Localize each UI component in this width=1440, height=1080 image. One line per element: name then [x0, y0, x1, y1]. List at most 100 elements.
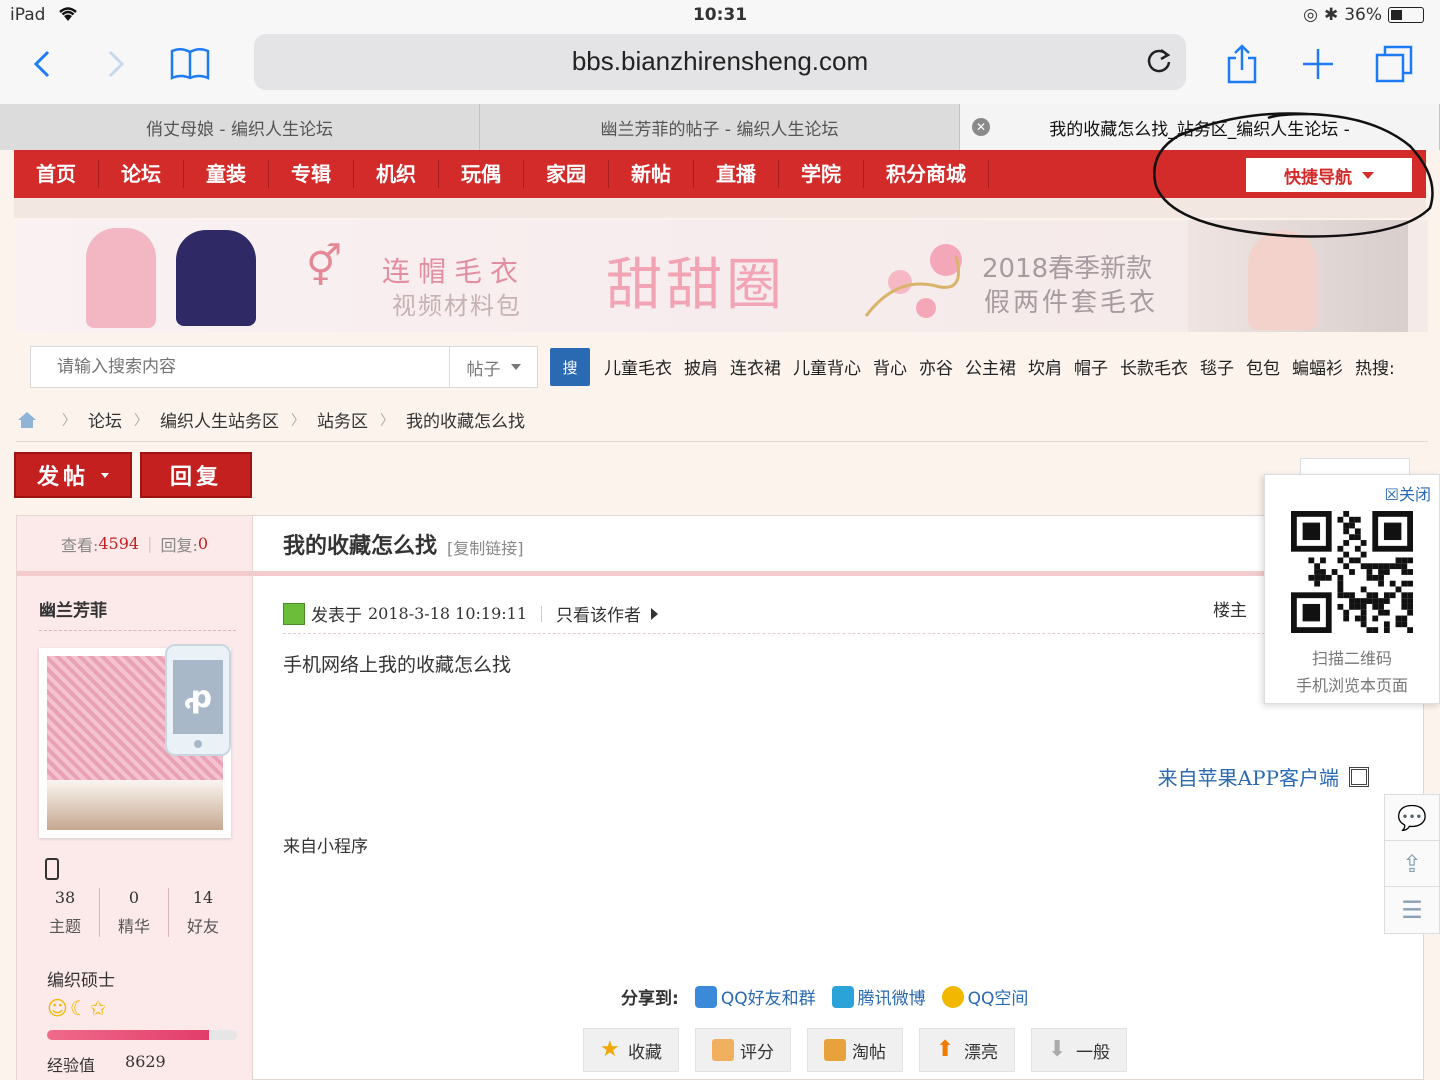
- hot-search-item[interactable]: 连衣裙: [730, 354, 781, 379]
- author-name[interactable]: 幽兰芳菲: [39, 596, 107, 621]
- post-content: 我的收藏怎么找 [复制链接] 发表于 2018-3-18 10:19:11 只看…: [253, 516, 1425, 1080]
- reload-icon[interactable]: [1146, 46, 1172, 81]
- nav-dolls[interactable]: 玩偶: [439, 160, 524, 188]
- tab-3-active[interactable]: ✕ 我的收藏怎么找_站务区_编织人生论坛 -: [960, 104, 1440, 150]
- qr-module: [1372, 563, 1379, 570]
- breadcrumb-forum[interactable]: 论坛: [88, 407, 122, 432]
- breadcrumb-site-affairs[interactable]: 站务区: [317, 407, 368, 432]
- share-button[interactable]: [1218, 42, 1266, 86]
- bluetooth-icon: ✱: [1323, 5, 1339, 25]
- rate-button[interactable]: 评分: [695, 1028, 791, 1072]
- gender-icon: ⚥: [306, 244, 343, 290]
- tabs-overview-button[interactable]: [1370, 42, 1418, 86]
- hot-search-item[interactable]: 坎肩: [1028, 354, 1062, 379]
- search-input[interactable]: [31, 347, 449, 387]
- only-author-link[interactable]: 只看该作者: [556, 601, 641, 626]
- qr-module: [1337, 516, 1344, 523]
- hot-search-item[interactable]: 包包: [1246, 354, 1280, 379]
- qr-finder: [1302, 603, 1321, 622]
- quick-nav-button[interactable]: 快捷导航: [1246, 158, 1412, 192]
- upvote-button[interactable]: ⬆ 漂亮: [919, 1028, 1015, 1072]
- nav-home[interactable]: 首页: [14, 160, 99, 188]
- views-label: 查看:: [60, 535, 99, 555]
- upvote-label: 漂亮: [964, 1042, 998, 1063]
- nav-machine[interactable]: 机织: [354, 160, 439, 188]
- banner-text-kit: 视频材料包: [392, 292, 522, 320]
- new-tab-button[interactable]: [1294, 42, 1342, 86]
- close-tab-icon[interactable]: ✕: [972, 118, 990, 136]
- nav-kids[interactable]: 童装: [184, 160, 269, 188]
- hot-search-item[interactable]: 亦谷: [919, 354, 953, 379]
- bookmarks-button[interactable]: [166, 42, 214, 86]
- qr-module: [1354, 598, 1361, 604]
- qr-module: [1383, 563, 1390, 570]
- back-to-top-button[interactable]: ⇪: [1385, 841, 1439, 887]
- hot-search-item[interactable]: 毯子: [1200, 354, 1234, 379]
- share-qq-friends[interactable]: QQ好友和群: [694, 984, 816, 1009]
- qr-module: [1366, 574, 1373, 581]
- hot-search-item[interactable]: 披肩: [684, 354, 718, 379]
- hot-search-label: 热搜:: [1355, 359, 1395, 379]
- orientation-lock-icon: ◎: [1303, 5, 1318, 25]
- qr-module: [1383, 621, 1390, 628]
- battery-icon: [1388, 7, 1424, 23]
- arrow-up-icon: ⬆: [936, 1037, 955, 1062]
- count-digest[interactable]: 0 精华: [100, 888, 169, 937]
- tab-2[interactable]: 幽兰芳菲的帖子 - 编织人生论坛: [480, 104, 960, 150]
- nav-academy[interactable]: 学院: [779, 160, 864, 188]
- share-qzone[interactable]: QQ空间: [941, 984, 1028, 1009]
- nav-points-mall[interactable]: 积分商城: [864, 160, 989, 188]
- count-threads[interactable]: 38 主题: [31, 888, 100, 937]
- home-icon[interactable]: [16, 410, 38, 430]
- avatar-image-floor: [47, 780, 223, 830]
- forward-button[interactable]: [92, 42, 140, 86]
- search-button[interactable]: 搜: [550, 348, 590, 386]
- reply-button[interactable]: 回复: [140, 452, 252, 498]
- qr-module: [1308, 574, 1315, 581]
- hot-search-item[interactable]: 儿童毛衣: [604, 354, 672, 379]
- address-bar[interactable]: bbs.bianzhirensheng.com: [254, 34, 1186, 90]
- qr-module: [1372, 603, 1379, 610]
- qr-finder: [1383, 522, 1402, 541]
- nav-home-space[interactable]: 家园: [524, 160, 609, 188]
- hot-search-item[interactable]: 长款毛衣: [1120, 354, 1188, 379]
- share-icon: [1227, 44, 1257, 84]
- qr-close-button[interactable]: ☒关闭: [1385, 481, 1431, 505]
- favorite-button[interactable]: ★ 收藏: [583, 1028, 679, 1072]
- nav-live[interactable]: 直播: [694, 160, 779, 188]
- qr-module: [1360, 609, 1367, 616]
- nav-forum[interactable]: 论坛: [99, 160, 184, 188]
- qr-module: [1320, 574, 1326, 581]
- qr-module: [1349, 569, 1355, 575]
- nav-new-posts[interactable]: 新帖: [609, 160, 694, 188]
- new-post-button[interactable]: 发帖: [14, 452, 132, 498]
- count-friends[interactable]: 14 好友: [169, 888, 237, 937]
- qr-module: [1378, 563, 1384, 570]
- hot-search-item[interactable]: 儿童背心: [793, 354, 861, 379]
- collect-button[interactable]: 淘帖: [807, 1028, 903, 1072]
- hot-search-item[interactable]: 蝙蝠衫: [1292, 354, 1343, 379]
- breadcrumb-current[interactable]: 我的收藏怎么找: [406, 407, 525, 432]
- hot-search-item[interactable]: 公主裙: [965, 354, 1016, 379]
- downvote-button[interactable]: ⬇ 一般: [1031, 1028, 1127, 1072]
- breadcrumb-site-affairs-area[interactable]: 编织人生站务区: [160, 407, 279, 432]
- hot-search-item[interactable]: 背心: [873, 354, 907, 379]
- comment-tool-button[interactable]: 💬: [1385, 795, 1439, 841]
- nav-albums[interactable]: 专辑: [269, 160, 354, 188]
- count-value: 0: [128, 888, 140, 907]
- chevron-right-icon: 〉: [62, 412, 76, 429]
- back-button[interactable]: [18, 42, 66, 86]
- list-tool-button[interactable]: ☰: [1385, 887, 1439, 933]
- tab-1[interactable]: 俏丈母娘 - 编织人生论坛: [0, 104, 480, 150]
- share-tencent-weibo[interactable]: 腾讯微博: [831, 984, 926, 1009]
- from-app-link[interactable]: 来自苹果APP客户端: [1158, 762, 1369, 791]
- qr-module: [1407, 569, 1413, 575]
- hot-search-item[interactable]: 帽子: [1074, 354, 1108, 379]
- qr-module: [1378, 580, 1384, 587]
- search-type-select[interactable]: 帖子: [449, 347, 537, 387]
- qr-module: [1366, 569, 1373, 575]
- copy-link[interactable]: [复制链接]: [447, 535, 524, 559]
- qr-caption-line1: 扫描二维码: [1311, 649, 1392, 668]
- ad-banner[interactable]: ⚥ 连帽毛衣 视频材料包 甜甜圈 2018春季新款 假两件套毛衣: [16, 220, 1428, 332]
- qr-module: [1389, 580, 1396, 587]
